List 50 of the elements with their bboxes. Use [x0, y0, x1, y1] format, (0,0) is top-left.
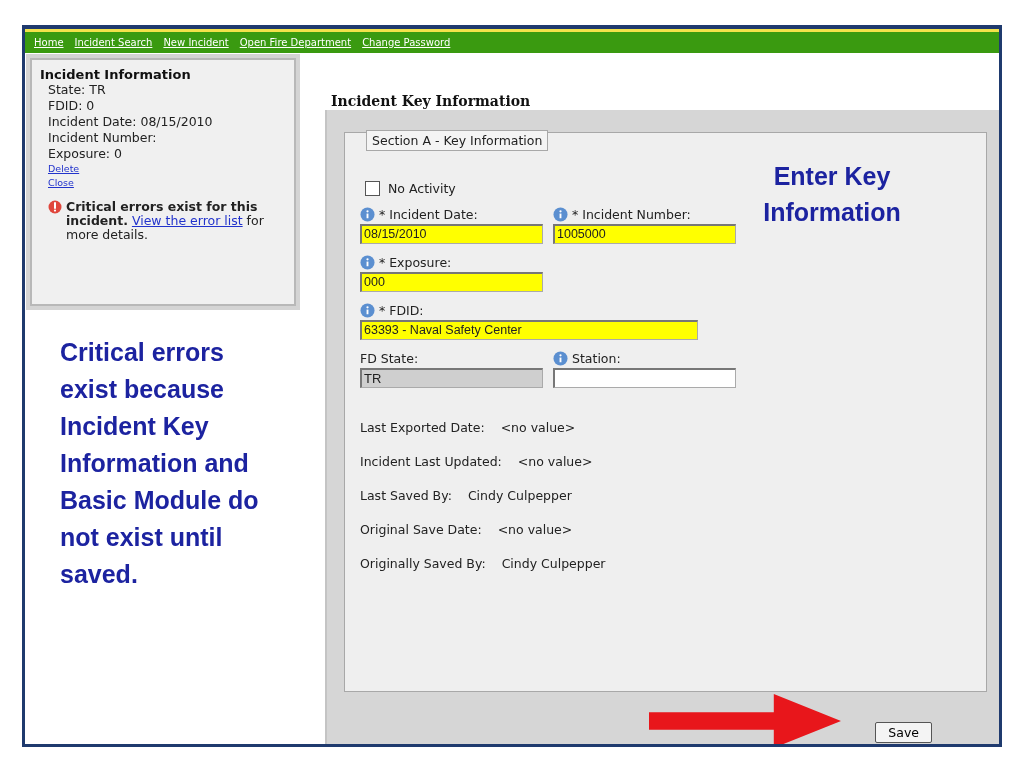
- info-line: State: TR: [47, 82, 107, 98]
- checkbox-label: No Activity: [388, 181, 456, 196]
- nav-link[interactable]: Home: [34, 37, 64, 48]
- info-label: Originally Saved By:: [360, 556, 486, 571]
- info-line: Exposure: 0: [47, 146, 123, 162]
- info-value: <no value>: [500, 420, 576, 435]
- info-icon[interactable]: [360, 207, 375, 222]
- save-button[interactable]: Save: [875, 722, 932, 743]
- input-field[interactable]: [553, 368, 736, 388]
- info-value: Cindy Culpepper: [501, 556, 606, 571]
- field-label: * FDID:: [379, 303, 424, 318]
- info-icon[interactable]: [553, 207, 568, 222]
- error-list-link[interactable]: View the error list: [131, 213, 243, 228]
- nav-link[interactable]: New Incident: [163, 37, 229, 48]
- info-line: FDID: 0: [47, 98, 96, 114]
- checkbox[interactable]: [365, 181, 380, 196]
- info-icon[interactable]: [360, 303, 375, 318]
- info-label: Original Save Date:: [360, 522, 482, 537]
- input-field[interactable]: 08/15/2010: [360, 224, 543, 244]
- input-field[interactable]: 63393 - Naval Safety Center: [360, 320, 698, 340]
- nav-link[interactable]: Open Fire Department: [239, 37, 352, 48]
- annotation-text: Critical errors exist because Incident Key Information and Basic Module do not exist until saved.: [60, 337, 260, 590]
- info-line: Incident Number:: [47, 130, 158, 146]
- error-message: Critical errors exist for this incident. View the error list for more details.: [66, 200, 265, 242]
- info-label: Last Saved By:: [360, 488, 452, 503]
- nav-link[interactable]: Change Password: [362, 37, 451, 48]
- input-field[interactable]: 000: [360, 272, 543, 292]
- error-icon: [48, 200, 62, 214]
- field-label: FD State:: [360, 351, 419, 366]
- info-icon[interactable]: [553, 351, 568, 366]
- info-label: Last Exported Date:: [360, 420, 485, 435]
- field-label: * Incident Date:: [379, 207, 478, 222]
- info-line: Incident Date: 08/15/2010: [47, 114, 214, 130]
- panel-title: Incident Information: [40, 67, 192, 82]
- info-value: Cindy Culpepper: [467, 488, 572, 503]
- panel-link[interactable]: Delete: [48, 162, 80, 176]
- panel-link[interactable]: Close: [48, 176, 74, 190]
- info-value: <no value>: [517, 454, 593, 469]
- info-icon[interactable]: [360, 255, 375, 270]
- field-label: * Exposure:: [379, 255, 452, 270]
- arrow-icon: [649, 694, 841, 744]
- field-label: Station:: [572, 351, 621, 366]
- nav-link[interactable]: Incident Search: [74, 37, 153, 48]
- info-value: <no value>: [497, 522, 573, 537]
- section-legend: Section A - Key Information: [366, 130, 549, 151]
- field-label: * Incident Number:: [572, 207, 691, 222]
- annotation-text: Enter Key Information: [762, 161, 902, 228]
- info-label: Incident Last Updated:: [360, 454, 502, 469]
- input-field[interactable]: 1005000: [553, 224, 736, 244]
- page-heading: Incident Key Information: [330, 92, 532, 110]
